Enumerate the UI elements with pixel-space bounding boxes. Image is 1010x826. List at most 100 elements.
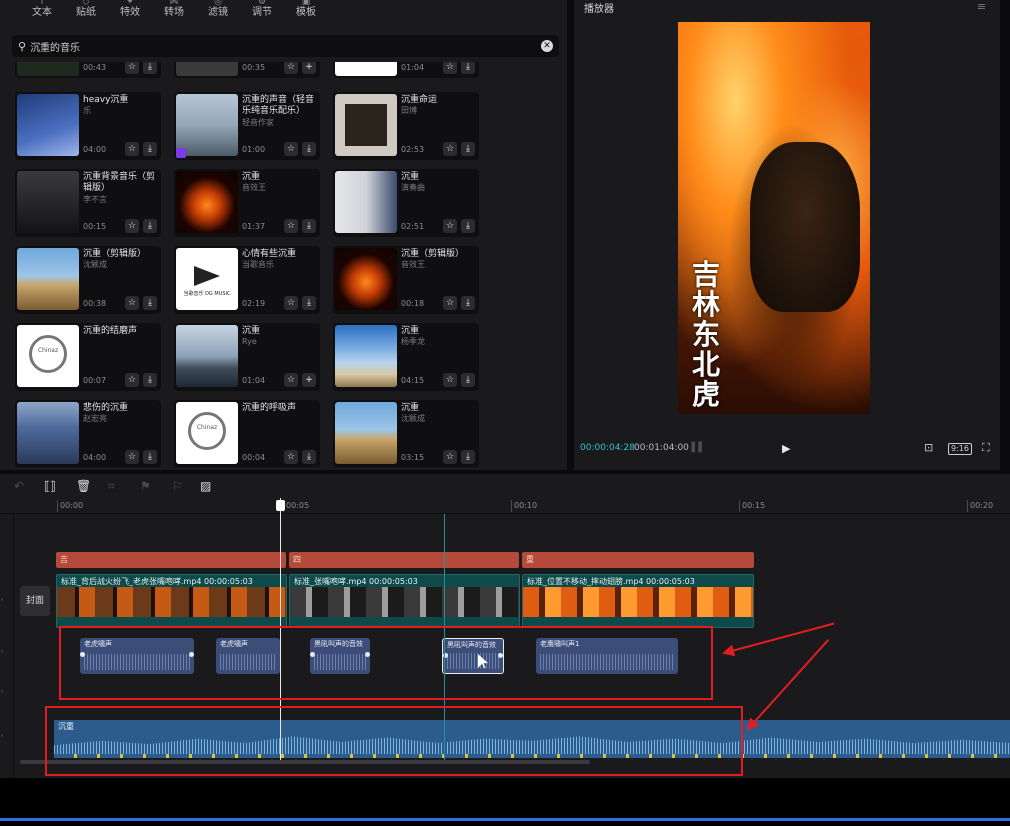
favorite-star-icon[interactable]: ☆ [443, 219, 457, 233]
music-card[interactable]: heavy沉重乐 04:00 ☆ ⤓ [15, 92, 161, 160]
music-cover [17, 62, 79, 76]
download-icon[interactable]: ⤓ [461, 142, 475, 156]
download-icon[interactable]: ⤓ [143, 142, 157, 156]
tab-sticker[interactable]: ◇ 贴纸 [64, 0, 108, 22]
cover-button[interactable]: 封面 [20, 586, 50, 616]
music-card[interactable]: 沉重 Rye 01:04 ☆ + [174, 323, 320, 391]
favorite-star-icon[interactable]: ☆ [125, 62, 139, 74]
download-icon[interactable]: ⤓ [461, 296, 475, 310]
music-card[interactable]: 沉重 演奏曲 02:51 ☆ ⤓ [333, 169, 479, 237]
download-icon[interactable]: ⤓ [302, 142, 316, 156]
music-title: 沉重（剪辑版） [83, 249, 147, 259]
text-segment[interactable]: 四 [289, 552, 519, 568]
search-input[interactable] [30, 40, 521, 52]
video-clip[interactable]: 标准_位置不移动_摔动翅膀.mp4 00:00:05:03 [522, 574, 754, 628]
mute-icon[interactable]: ◦ [0, 688, 4, 696]
music-results-grid: 00:43 ☆ ⤓ 00:35 ☆ +01:04 ☆ ⤓ heavy沉重乐 04:00 ☆ ⤓ 沉重的声… [15, 62, 565, 467]
music-card[interactable]: 00:43 ☆ ⤓ [15, 62, 161, 78]
download-icon[interactable]: ⤓ [143, 219, 157, 233]
music-title: 心情有些沉重 [242, 249, 297, 259]
text-segment[interactable]: 吉 [56, 552, 286, 568]
music-cover: Chinaz [176, 402, 238, 464]
favorite-star-icon[interactable]: ☆ [284, 219, 298, 233]
download-icon[interactable]: ⤓ [461, 62, 475, 74]
music-card[interactable]: 沉重 音效王 01:37 ☆ ⤓ [174, 169, 320, 237]
favorite-star-icon[interactable]: ☆ [284, 62, 298, 74]
download-icon[interactable]: ⤓ [143, 450, 157, 464]
tiger-image [750, 142, 860, 312]
aspect-ratio-button[interactable]: 9:16 [948, 443, 972, 455]
favorite-star-icon[interactable]: ☆ [443, 373, 457, 387]
fullscreen-icon[interactable]: ⛶ [982, 441, 990, 455]
download-icon[interactable]: ⤓ [461, 450, 475, 464]
download-icon[interactable]: ⤓ [302, 296, 316, 310]
download-icon[interactable]: ⤓ [143, 62, 157, 74]
text-segment[interactable]: 重 [522, 552, 754, 568]
download-icon[interactable]: ⤓ [143, 296, 157, 310]
video-clip[interactable]: 标准_背后战火纷飞_老虎张嘴咆哮.mp4 00:00:05:03 [56, 574, 287, 628]
playhead-handle[interactable] [276, 500, 285, 511]
add-icon[interactable]: + [302, 62, 316, 74]
lock-icon[interactable]: ◦ [0, 596, 4, 604]
favorite-star-icon[interactable]: ☆ [284, 142, 298, 156]
tab-transition[interactable]: ⋈ 转场 [152, 0, 196, 22]
favorite-star-icon[interactable]: ☆ [443, 62, 457, 74]
favorite-star-icon[interactable]: ☆ [125, 450, 139, 464]
music-card[interactable]: Chinaz 沉重的呼吸声 00:04 ☆ ⤓ [174, 400, 320, 467]
freeze-icon[interactable]: ⌗ [108, 479, 115, 493]
play-button[interactable]: ▶ [782, 442, 790, 455]
fit-screen-icon[interactable]: ⊡ [924, 441, 933, 454]
music-card[interactable]: 悲伤的沉重 赵宏亮 04:00 ☆ ⤓ [15, 400, 161, 467]
add-icon[interactable]: + [302, 373, 316, 387]
current-time: 00:00:04:28 [580, 443, 635, 453]
download-icon[interactable]: ⤓ [143, 373, 157, 387]
music-card[interactable]: 当歌音乐 DG MUSIC 心情有些沉重 当歌音乐 02:19 ☆ ⤓ [174, 246, 320, 314]
favorite-star-icon[interactable]: ☆ [284, 450, 298, 464]
player-title: 播放器 [584, 4, 614, 15]
tab-adjust[interactable]: ⚙ 调节 [240, 0, 284, 22]
favorite-star-icon[interactable]: ☆ [284, 373, 298, 387]
flag-icon[interactable]: ⚑ [140, 479, 151, 493]
favorite-star-icon[interactable]: ☆ [284, 296, 298, 310]
favorite-star-icon[interactable]: ☆ [443, 296, 457, 310]
favorite-star-icon[interactable]: ☆ [125, 296, 139, 310]
music-card[interactable]: 00:35 ☆ + [174, 62, 320, 78]
music-card[interactable]: 沉重（剪辑版） 沈颖成 00:38 ☆ ⤓ [15, 246, 161, 314]
music-cover [176, 94, 238, 156]
menu-icon[interactable]: ≡ [977, 0, 986, 13]
download-icon[interactable]: ⤓ [302, 450, 316, 464]
mute-icon[interactable]: ◦ [0, 732, 4, 740]
split-icon[interactable]: ⟦⟧ [44, 479, 56, 493]
tab-template[interactable]: ▣ 模板 [284, 0, 328, 22]
music-card[interactable]: 沉重背景音乐（剪辑版） 李不言 00:15 ☆ ⤓ [15, 169, 161, 237]
tab-filter[interactable]: ◎ 滤镜 [196, 0, 240, 22]
music-duration: 00:18 [401, 299, 425, 308]
music-card[interactable]: 沉重 杨季龙 04:15 ☆ ⤓ [333, 323, 479, 391]
download-icon[interactable]: ⤓ [461, 219, 475, 233]
favorite-star-icon[interactable]: ☆ [443, 450, 457, 464]
marker-icon[interactable]: ⚐ [172, 479, 183, 493]
download-icon[interactable]: ⤓ [461, 373, 475, 387]
music-artist: 田博 [401, 106, 417, 115]
music-card[interactable]: 沉重命运 田博 02:53 ☆ ⤓ [333, 92, 479, 160]
total-time: 00:01:04:00 [634, 443, 689, 453]
music-card[interactable]: 沉重（剪辑版） 音效王 00:18 ☆ ⤓ [333, 246, 479, 314]
download-icon[interactable]: ⤓ [302, 219, 316, 233]
waveform-icon[interactable]: ▐▐ [688, 443, 704, 455]
crop-image-icon[interactable]: ▨ [200, 479, 211, 493]
tab-effects[interactable]: ✦ 特效 [108, 0, 152, 22]
mute-icon[interactable]: ◦ [0, 648, 4, 656]
tab-text[interactable]: T 文本 [20, 0, 64, 22]
music-card[interactable]: 沉重 沈颖成 03:15 ☆ ⤓ [333, 400, 479, 467]
favorite-star-icon[interactable]: ☆ [125, 219, 139, 233]
music-card[interactable]: Chinaz 沉重的结磨声 00:07 ☆ ⤓ [15, 323, 161, 391]
video-clip[interactable]: 标准_张嘴咆哮.mp4 00:00:05:03 [289, 574, 520, 628]
favorite-star-icon[interactable]: ☆ [125, 373, 139, 387]
music-card[interactable]: 01:04 ☆ ⤓ [333, 62, 479, 78]
clear-search-icon[interactable]: ✕ [541, 40, 553, 52]
favorite-star-icon[interactable]: ☆ [125, 142, 139, 156]
undo-icon[interactable]: ↶ [14, 479, 24, 493]
delete-icon[interactable]: 🗑 [76, 479, 91, 493]
favorite-star-icon[interactable]: ☆ [443, 142, 457, 156]
music-card[interactable]: 沉重的声音（轻音乐纯音乐配乐） 轻音作家 01:00 ☆ ⤓ [174, 92, 320, 160]
